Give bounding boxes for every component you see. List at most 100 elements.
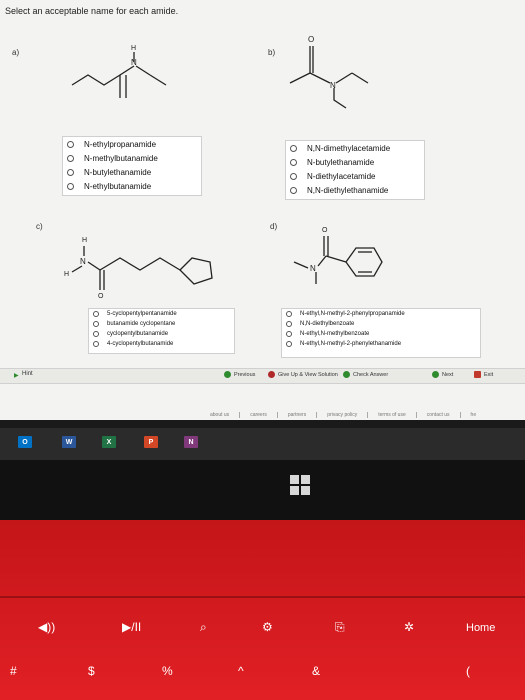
footer-link[interactable]: terms of use xyxy=(368,412,417,418)
previous-button[interactable]: Previous xyxy=(224,371,255,378)
radio-icon[interactable] xyxy=(93,341,99,347)
option-c-3[interactable]: cyclopentylbutanamide xyxy=(89,329,234,339)
outlook-icon[interactable]: O xyxy=(18,436,32,448)
options-b: N,N-dimethylacetamide N-butylethanamide … xyxy=(285,140,425,200)
option-c-2[interactable]: butanamide cyclopentane xyxy=(89,319,234,329)
option-d-2[interactable]: N,N-diethylbenzoate xyxy=(282,319,480,329)
atom-n-a: N xyxy=(131,58,137,67)
paren-key[interactable]: ( xyxy=(466,664,470,678)
option-d-3[interactable]: N-ethyl,N-methylbenzoate xyxy=(282,329,480,339)
footer-link[interactable]: he xyxy=(461,412,487,418)
hint-arrow-icon: ▶ xyxy=(14,373,19,379)
atom-n-d: N xyxy=(310,264,316,273)
radio-icon[interactable] xyxy=(290,172,297,180)
footer-link[interactable]: privacy policy xyxy=(317,412,369,418)
settings-key-icon[interactable]: ✲ xyxy=(404,620,414,634)
radio-icon[interactable] xyxy=(286,331,292,337)
structure-a: N H xyxy=(70,40,200,115)
radio-icon[interactable] xyxy=(93,331,99,337)
options-a: N-ethylpropanamide N-methylbutanamide N-… xyxy=(62,136,202,196)
caret-key[interactable]: ^ xyxy=(238,664,244,678)
screen-bezel xyxy=(0,460,525,520)
radio-icon[interactable] xyxy=(290,186,297,194)
windows-logo-icon[interactable] xyxy=(290,475,310,495)
search-key-icon[interactable]: ⌕ xyxy=(200,620,207,635)
option-d-4[interactable]: N-ethyl,N-methyl-2-phenylethanamide xyxy=(282,339,480,349)
option-a-3[interactable]: N-butylethanamide xyxy=(63,165,201,179)
radio-icon[interactable] xyxy=(67,168,74,176)
instruction-text: Select an acceptable name for each amide… xyxy=(5,6,179,16)
structure-d: O N xyxy=(282,222,402,292)
percent-key[interactable]: % xyxy=(162,664,173,678)
options-c: 5-cyclopentylpentanamide butanamide cycl… xyxy=(88,308,235,354)
dollar-key[interactable]: $ xyxy=(88,664,95,678)
keyboard-cover xyxy=(0,520,525,700)
hash-key[interactable]: # xyxy=(10,664,17,678)
next-icon xyxy=(432,371,439,378)
option-a-1[interactable]: N-ethylpropanamide xyxy=(63,137,201,151)
atom-h-a: H xyxy=(131,45,136,52)
radio-icon[interactable] xyxy=(290,158,297,166)
keyboard-fold xyxy=(0,596,525,598)
devices-key-icon[interactable]: ⎘ xyxy=(335,620,345,635)
volume-key-icon[interactable]: ◀)) xyxy=(38,620,55,634)
footer-link[interactable]: partners xyxy=(278,412,318,418)
footer-links: about us careers partners privacy policy… xyxy=(200,412,486,418)
atom-n-c: N xyxy=(80,257,86,266)
previous-icon xyxy=(224,371,231,378)
word-icon[interactable]: W xyxy=(62,436,76,448)
give-up-button[interactable]: Give Up & View Solution xyxy=(268,371,338,378)
radio-icon[interactable] xyxy=(286,321,292,327)
radio-icon[interactable] xyxy=(286,341,292,347)
atom-h2-c: H xyxy=(64,271,69,278)
radio-icon[interactable] xyxy=(67,154,74,162)
option-a-4[interactable]: N-ethylbutanamide xyxy=(63,179,201,193)
radio-icon[interactable] xyxy=(93,311,99,317)
give-up-icon xyxy=(268,371,275,378)
option-b-2[interactable]: N-butylethanamide xyxy=(286,155,424,169)
atom-o-d: O xyxy=(322,227,328,234)
ampersand-key[interactable]: & xyxy=(312,664,320,678)
play-pause-key-icon[interactable]: ▶/II xyxy=(122,620,141,634)
label-b: b) xyxy=(268,48,276,57)
footer-link[interactable]: about us xyxy=(200,412,241,418)
structure-b: O N xyxy=(280,28,390,113)
options-d: N-ethyl,N-methyl-2-phenylpropanamide N,N… xyxy=(281,308,481,358)
option-a-2[interactable]: N-methylbutanamide xyxy=(63,151,201,165)
onenote-icon[interactable]: N xyxy=(184,436,198,448)
label-d: d) xyxy=(270,222,278,231)
option-c-4[interactable]: 4-cyclopentylbutanamide xyxy=(89,339,234,349)
footer-link[interactable]: careers xyxy=(240,412,278,418)
label-c: c) xyxy=(36,222,43,231)
powerpoint-icon[interactable]: P xyxy=(144,436,158,448)
radio-icon[interactable] xyxy=(286,311,292,317)
option-d-1[interactable]: N-ethyl,N-methyl-2-phenylpropanamide xyxy=(282,309,480,319)
atom-o-c: O xyxy=(98,293,104,298)
quiz-toolbar: ▶ Hint Previous Give Up & View Solution … xyxy=(0,368,525,384)
quiz-screen: Select an acceptable name for each amide… xyxy=(0,0,525,420)
option-b-1[interactable]: N,N-dimethylacetamide xyxy=(286,141,424,155)
radio-icon[interactable] xyxy=(93,321,99,327)
option-b-4[interactable]: N,N-diethylethanamide xyxy=(286,183,424,197)
atom-n-b: N xyxy=(330,81,336,90)
structure-c: H N H O xyxy=(62,228,252,298)
exit-button[interactable]: Exit xyxy=(474,371,493,378)
check-answer-button[interactable]: Check Answer xyxy=(343,371,388,378)
label-a: a) xyxy=(12,48,20,57)
option-c-1[interactable]: 5-cyclopentylpentanamide xyxy=(89,309,234,319)
radio-icon[interactable] xyxy=(67,182,74,190)
option-b-3[interactable]: N-diethylacetamide xyxy=(286,169,424,183)
footer-link[interactable]: contact us xyxy=(417,412,461,418)
exit-icon xyxy=(474,371,481,378)
radio-icon[interactable] xyxy=(67,140,74,148)
radio-icon[interactable] xyxy=(290,144,297,152)
excel-icon[interactable]: X xyxy=(102,436,116,448)
home-key[interactable]: Home xyxy=(466,622,495,634)
check-icon xyxy=(343,371,350,378)
atom-o-b: O xyxy=(308,35,314,44)
share-key-icon[interactable]: ⚙ xyxy=(262,620,273,634)
next-button[interactable]: Next xyxy=(432,371,453,378)
atom-h1-c: H xyxy=(82,237,87,244)
hint-button[interactable]: Hint xyxy=(22,371,33,377)
taskbar: O W X P N xyxy=(0,428,525,460)
